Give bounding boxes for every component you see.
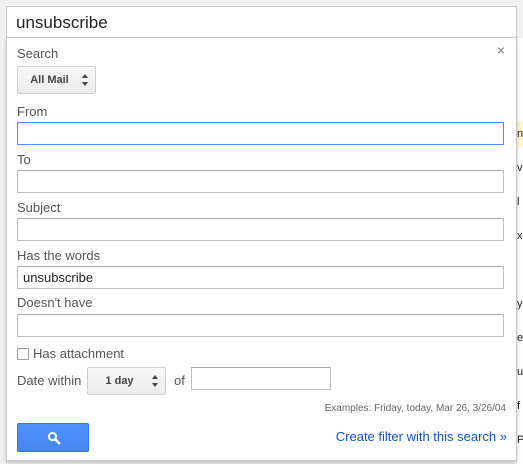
list-item[interactable]: l	[517, 189, 523, 215]
date-examples-hint: Examples: Friday, today, Mar 26, 3/26/04	[324, 403, 506, 414]
list-item[interactable]: n	[517, 121, 523, 147]
gmail-page: unsubscribe n v l x y e u f P × Search A…	[0, 0, 523, 464]
search-scope-label: Search	[17, 46, 59, 61]
date-of-field[interactable]	[191, 367, 331, 390]
of-label: of	[174, 373, 185, 388]
from-field[interactable]	[17, 122, 504, 145]
advanced-search-panel: × Search All Mail From To Subject Has th…	[6, 37, 517, 461]
date-within-label: Date within	[17, 373, 82, 388]
date-within-select[interactable]: 1 day	[87, 367, 166, 395]
list-item[interactable]: y	[517, 291, 523, 317]
doesnt-have-field[interactable]	[17, 314, 504, 337]
magnifier-icon	[47, 431, 61, 445]
background-mail-list: n v l x y e u f P	[517, 38, 523, 464]
has-attachment-checkbox[interactable]	[17, 348, 29, 360]
date-within-value: 1 day	[105, 375, 134, 387]
has-words-label: Has the words	[17, 248, 101, 263]
search-scope-value: All Mail	[30, 74, 69, 86]
subject-label: Subject	[17, 200, 61, 215]
search-scope-select[interactable]: All Mail	[17, 66, 96, 94]
list-item[interactable]: P	[517, 427, 523, 453]
list-item[interactable]: v	[517, 155, 523, 181]
subject-field[interactable]	[17, 218, 504, 241]
to-field[interactable]	[17, 170, 504, 193]
up-down-arrows-icon	[82, 74, 89, 86]
from-label: From	[17, 104, 48, 119]
list-item[interactable]: u	[517, 359, 523, 385]
list-item[interactable]: f	[517, 393, 523, 419]
create-filter-link[interactable]: Create filter with this search »	[336, 429, 507, 444]
search-button[interactable]	[17, 423, 89, 452]
has-words-field[interactable]	[17, 266, 504, 289]
list-item[interactable]: e	[517, 325, 523, 351]
to-label: To	[17, 152, 31, 167]
doesnt-have-label: Doesn't have	[17, 295, 93, 310]
list-item[interactable]	[517, 257, 523, 283]
list-item[interactable]: x	[517, 223, 523, 249]
search-query-text: unsubscribe	[16, 13, 108, 32]
search-bar[interactable]: unsubscribe	[6, 6, 517, 38]
up-down-arrows-icon	[152, 375, 159, 387]
close-icon[interactable]: ×	[495, 43, 507, 57]
has-attachment-label: Has attachment	[33, 346, 125, 361]
